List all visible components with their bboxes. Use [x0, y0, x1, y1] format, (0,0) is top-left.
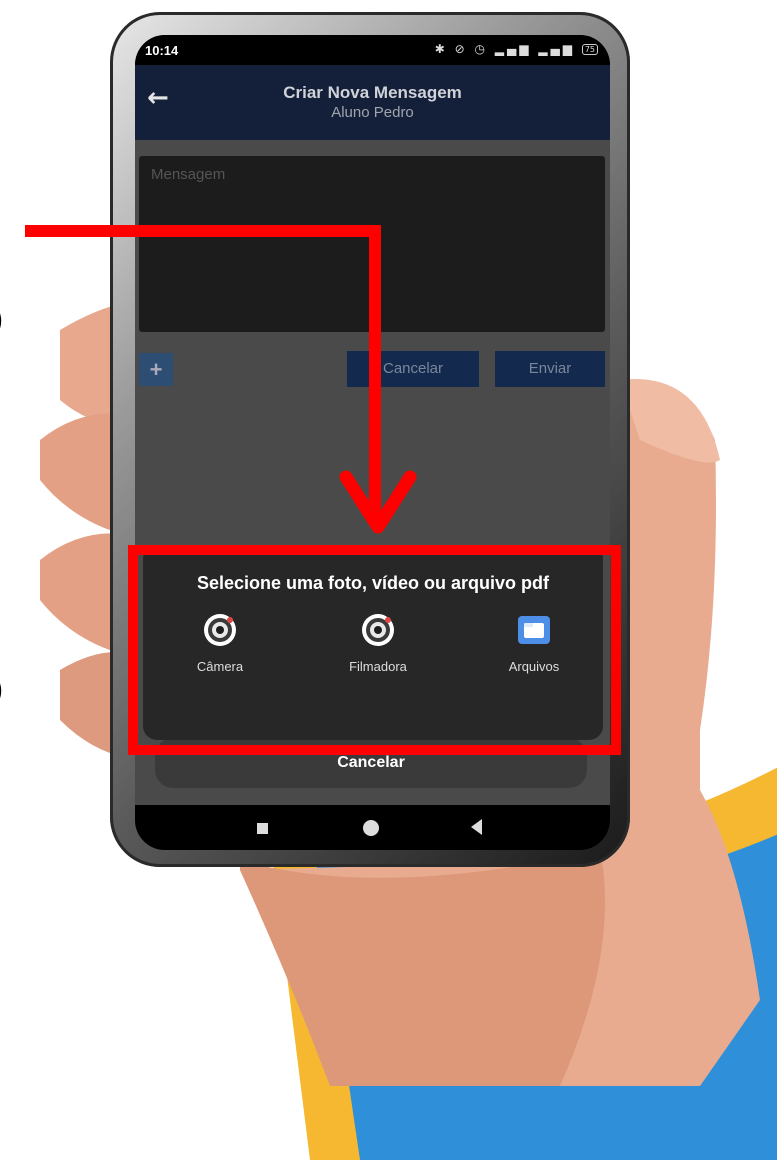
back-triangle-icon[interactable] [471, 819, 482, 835]
battery-icon: 75 [581, 44, 598, 55]
mute-icon: ⊘ [454, 42, 468, 56]
send-button[interactable]: Enviar [495, 351, 605, 387]
page-title: Criar Nova Mensagem [283, 83, 462, 102]
status-time: 10:14 [145, 43, 179, 58]
alarm-icon: ◷ [474, 42, 488, 56]
cancel-button[interactable]: Cancelar [347, 351, 479, 387]
system-nav-bar [135, 805, 610, 850]
add-attachment-button[interactable]: + [139, 353, 173, 386]
signal-icon: ▂▄▆ [538, 42, 575, 56]
status-bar: 10:14 ✱ ⊘ ◷ ▂▄▆ ▂▄▆ 75 [135, 35, 610, 65]
recents-icon[interactable] [257, 823, 268, 834]
status-icons: ✱ ⊘ ◷ ▂▄▆ ▂▄▆ 75 [435, 42, 598, 56]
annotation-line-horizontal [25, 225, 380, 237]
annotation-highlight-box [128, 545, 621, 755]
annotation-arrowhead [339, 470, 417, 534]
bluetooth-icon: ✱ [434, 42, 448, 56]
app-bar: ← Criar Nova Mensagem Aluno Pedro [135, 65, 610, 140]
signal-icon: ▂▄▆ [494, 42, 532, 56]
page-subtitle: Aluno Pedro [331, 104, 414, 121]
message-placeholder: Mensagem [151, 166, 226, 183]
home-icon[interactable] [363, 820, 379, 836]
